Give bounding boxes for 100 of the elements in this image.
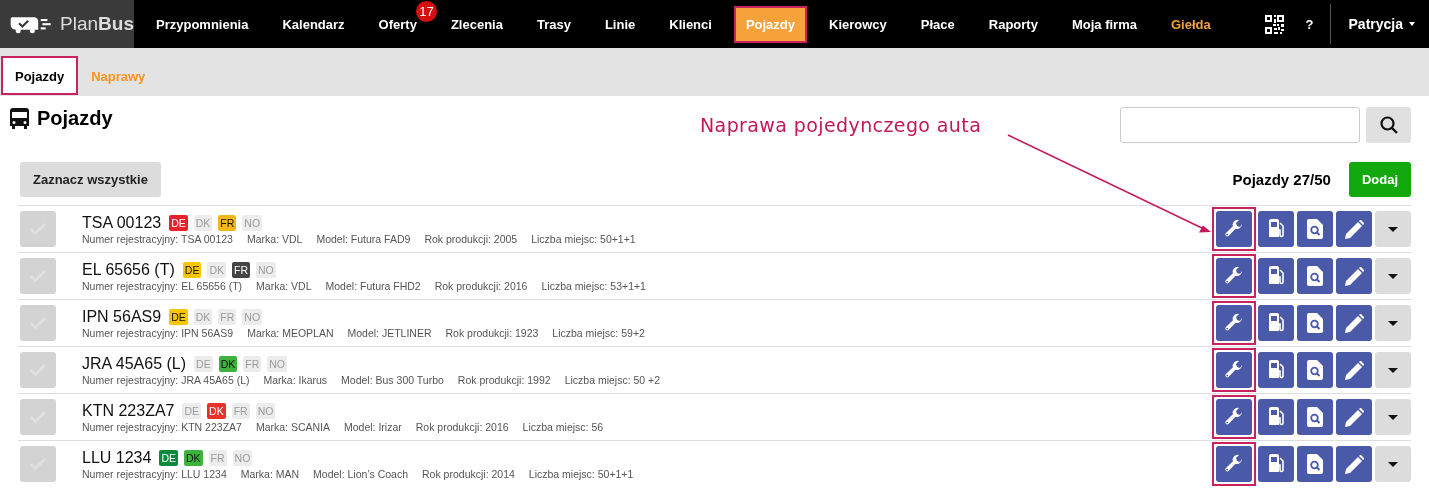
wrench-icon [1224, 266, 1244, 286]
edit-button[interactable] [1336, 399, 1372, 435]
country-tag: NO [256, 261, 276, 278]
vehicle-detail: Rok produkcji: 2016 [415, 421, 509, 433]
caret-icon [1388, 226, 1398, 232]
vehicle-plate[interactable]: IPN 56AS9 [82, 307, 162, 326]
country-tag: DE [194, 355, 213, 372]
country-tag: FR [218, 308, 237, 325]
vehicle-detail: Numer rejestracyjny: EL 65656 (T) [82, 280, 243, 292]
vehicle-plate[interactable]: TSA 00123 [82, 213, 162, 232]
vehicle-detail: Numer rejestracyjny: LLU 1234 [82, 468, 227, 480]
checkbox[interactable] [20, 305, 56, 341]
nav-item[interactable]: Kierowcy [825, 5, 891, 43]
qr-code-icon[interactable] [1264, 14, 1284, 34]
edit-button[interactable] [1336, 305, 1372, 341]
nav-item[interactable]: Linie [600, 5, 640, 43]
vehicle-detail: Rok produkcji: 2014 [422, 468, 515, 480]
vehicle-detail: Model: Bus 300 Turbo [341, 374, 444, 386]
search-icon [1379, 116, 1398, 134]
vehicle-detail: Marka: Ikarus [263, 374, 328, 386]
checkbox[interactable] [20, 399, 56, 435]
fuel-pump-icon [1267, 454, 1285, 474]
vehicle-detail: Rok produkcji: 1923 [445, 327, 539, 339]
country-tag: FR [243, 355, 262, 372]
notification-badge: 17 [415, 0, 437, 22]
details-button[interactable] [1297, 258, 1333, 294]
details-button[interactable] [1297, 399, 1333, 435]
country-tag: DK [218, 355, 238, 372]
nav-item[interactable]: Przypomnienia [152, 5, 253, 43]
edit-button[interactable] [1336, 446, 1372, 482]
vehicle-detail: Rok produkcji: 2005 [424, 233, 518, 245]
vehicle-detail: Model: Lion’s Coach [313, 468, 409, 480]
search-field[interactable] [1120, 107, 1360, 143]
edit-button[interactable] [1336, 211, 1372, 247]
fuel-button[interactable] [1258, 352, 1294, 388]
nav-item[interactable]: Zlecenia [446, 5, 507, 43]
country-tag: DK [193, 308, 213, 325]
nav-item[interactable]: Kalendarz [278, 5, 349, 43]
checkbox[interactable] [20, 446, 56, 482]
nav-item[interactable]: Płace [916, 5, 959, 43]
vehicle-detail: Model: Irizar [344, 421, 402, 433]
vehicle-plate[interactable]: KTN 223ZA7 [82, 401, 175, 420]
vehicle-detail: Numer rejestracyjny: KTN 223ZA7 [82, 421, 242, 433]
country-tag: DK [184, 449, 203, 466]
country-tag: DE [182, 261, 202, 278]
checkbox[interactable] [20, 258, 56, 294]
nav-item[interactable]: Moja firma [1067, 5, 1141, 43]
dropdown-button[interactable] [1375, 211, 1411, 247]
vehicle-count: Pojazdy 27/50 [1232, 171, 1331, 188]
fuel-button[interactable] [1258, 305, 1294, 341]
vehicle-detail: Liczba miejsc: 56 [522, 421, 604, 433]
dropdown-button[interactable] [1375, 305, 1411, 341]
details-button[interactable] [1297, 211, 1333, 247]
nav-item[interactable]: Klienci [665, 5, 716, 43]
dropdown-button[interactable] [1375, 258, 1411, 294]
search-button[interactable] [1366, 107, 1411, 143]
details-button[interactable] [1297, 305, 1333, 341]
pencil-icon [1344, 313, 1364, 333]
vehicle-detail: Marka: MEOPLAN [247, 327, 334, 339]
help-link[interactable]: ? [1305, 16, 1314, 32]
details-button[interactable] [1297, 352, 1333, 388]
country-tag: DE [169, 214, 188, 231]
vehicle-detail: Numer rejestracyjny: IPN 56AS9 [82, 327, 234, 339]
wrench-icon [1224, 454, 1244, 474]
country-tag: DE [182, 402, 202, 419]
pencil-icon [1344, 454, 1364, 474]
country-tag: DE [159, 449, 178, 466]
country-tag: FR [232, 261, 250, 278]
sub-tab[interactable]: Pojazdy [1, 56, 79, 95]
edit-button[interactable] [1336, 352, 1372, 388]
fuel-button[interactable] [1258, 446, 1294, 482]
fuel-button[interactable] [1258, 399, 1294, 435]
fuel-pump-icon [1267, 360, 1285, 380]
dropdown-button[interactable] [1375, 352, 1411, 388]
edit-button[interactable] [1336, 258, 1372, 294]
nav-item[interactable]: Raporty [984, 5, 1042, 43]
wrench-icon [1224, 219, 1244, 239]
dropdown-button[interactable] [1375, 399, 1411, 435]
fuel-button[interactable] [1258, 211, 1294, 247]
nav-item[interactable]: Giełda [1166, 5, 1215, 43]
fuel-pump-icon [1267, 266, 1285, 286]
vehicle-detail: Liczba miejsc: 50+1+1 [528, 468, 634, 480]
dropdown-button[interactable] [1375, 446, 1411, 482]
document-search-icon [1307, 454, 1323, 474]
vehicle-plate[interactable]: EL 65656 (T) [82, 260, 175, 279]
document-search-icon [1307, 219, 1323, 239]
select-all-button[interactable]: Zaznacz wszystkie [20, 162, 161, 197]
caret-icon [1388, 367, 1398, 373]
vehicle-detail: Model: Futura FAD9 [316, 233, 411, 245]
nav-item[interactable]: Trasy [532, 5, 575, 43]
vehicle-plate[interactable]: LLU 1234 [82, 448, 152, 467]
vehicle-detail: Model: Futura FHD2 [325, 280, 421, 292]
wrench-icon [1224, 360, 1244, 380]
checkbox[interactable] [20, 211, 56, 247]
checkbox[interactable] [20, 352, 56, 388]
vehicle-detail: Marka: MAN [240, 468, 300, 480]
user-menu[interactable]: Patrycja [1330, 16, 1429, 32]
details-button[interactable] [1297, 446, 1333, 482]
fuel-button[interactable] [1258, 258, 1294, 294]
vehicle-plate[interactable]: JRA 45A65 (L) [82, 354, 187, 373]
